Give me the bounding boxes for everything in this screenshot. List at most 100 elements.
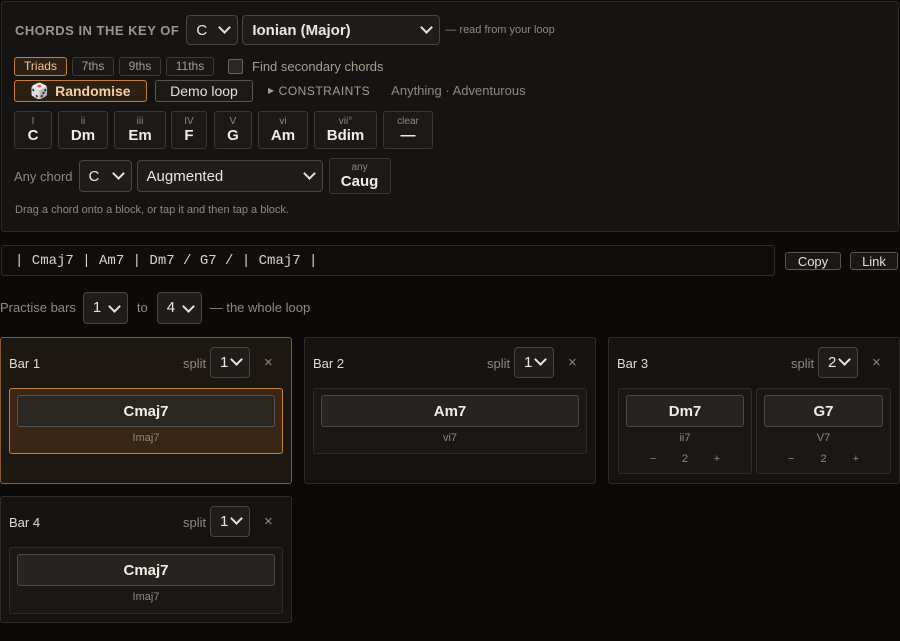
chord-chip[interactable]: G7 [764, 395, 883, 427]
help-text: Drag a chord onto a block, or tap it and… [15, 204, 289, 216]
beats-value: 2 [820, 453, 827, 465]
degree-numeral: vii° [338, 115, 353, 127]
key-select[interactable]: C [186, 15, 239, 45]
degree-button-vi[interactable]: vi Am [258, 111, 308, 149]
decrease-beats-button[interactable]: − [650, 453, 656, 465]
any-root-value: C [88, 167, 100, 185]
any-preview-chord: Caug [340, 172, 379, 190]
progression-text[interactable]: | Cmaj7 | Am7 | Dm7 / G7 / | Cmaj7 | [1, 245, 775, 276]
remove-bar-icon[interactable]: × [264, 354, 273, 371]
roman-numeral: Imaj7 [132, 432, 160, 444]
chord-type-triads[interactable]: Triads [14, 56, 67, 76]
constraints-summary: Anything · Adventurous [391, 83, 526, 98]
degree-button-ii[interactable]: ii Dm [58, 111, 108, 149]
degree-chord: Dm [70, 126, 96, 144]
chord-slot[interactable]: Cmaj7 Imaj7 [9, 547, 283, 614]
practise-from-value: 1 [92, 299, 102, 316]
degree-button-vii[interactable]: vii° Bdim [314, 111, 377, 149]
split-value: 1 [220, 513, 229, 530]
degree-button-V[interactable]: V G [214, 111, 252, 149]
chevron-down-icon [108, 299, 121, 313]
degree-chord: C [27, 126, 39, 144]
degree-chord: Em [128, 126, 152, 144]
any-preview-label: any [351, 161, 368, 173]
bar-block[interactable]: Bar 1 split 1 × Cmaj7 Imaj7 [0, 337, 292, 484]
mode-select-value: Ionian (Major) [252, 21, 351, 39]
degree-numeral: IV [184, 115, 194, 127]
dice-icon: 🎲 [30, 82, 50, 100]
beat-stepper: − 2 + [757, 453, 890, 465]
demo-loop-button[interactable]: Demo loop [155, 79, 253, 102]
chord-palette-panel: CHORDS IN THE KEY OF C Ionian (Major) — … [1, 1, 899, 232]
degree-chord: F [184, 126, 194, 144]
constraints-label: CONSTRAINTS [278, 83, 371, 98]
roman-numeral: Imaj7 [132, 591, 160, 603]
copy-button[interactable]: Copy [785, 252, 841, 270]
chord-slot[interactable]: Dm7 ii7 − 2 + [618, 388, 752, 474]
chord-chip[interactable]: Cmaj7 [17, 395, 275, 427]
degree-numeral: V [229, 115, 237, 127]
chord-type-11ths[interactable]: 11ths [166, 56, 214, 76]
split-select[interactable]: 1 [210, 347, 250, 378]
chevron-down-icon [230, 512, 243, 525]
mode-hint: — read from your loop [445, 24, 555, 36]
bar-title: Bar 3 [617, 356, 649, 371]
degree-button-I[interactable]: I C [14, 111, 52, 149]
practise-hint: — the whole loop [209, 300, 311, 315]
degree-chord: Am [270, 126, 296, 144]
practise-to-label: to [136, 300, 148, 315]
chord-chip[interactable]: Dm7 [626, 395, 744, 427]
chevron-down-icon [218, 21, 232, 34]
chevron-down-icon [181, 299, 195, 313]
clear-label: clear [397, 115, 419, 127]
link-button[interactable]: Link [850, 252, 898, 270]
split-select[interactable]: 2 [818, 347, 858, 378]
any-quality-value: Augmented [146, 167, 224, 185]
degree-chord: G [227, 126, 239, 144]
practise-to-value: 4 [166, 299, 176, 316]
degree-numeral: vi [279, 115, 287, 127]
secondary-chords-checkbox[interactable] [228, 58, 243, 74]
bar-block[interactable]: Bar 2 split 1 × Am7 vi7 [304, 337, 596, 484]
key-select-value: C [196, 21, 208, 39]
decrease-beats-button[interactable]: − [788, 453, 794, 465]
chord-chip[interactable]: Cmaj7 [17, 554, 275, 586]
chord-type-9ths[interactable]: 9ths [119, 56, 161, 76]
chord-slot[interactable]: G7 V7 − 2 + [756, 388, 891, 474]
any-quality-select[interactable]: Augmented [136, 160, 323, 192]
practise-to-select[interactable]: 4 [156, 291, 202, 324]
chord-type-7ths[interactable]: 7ths [72, 56, 114, 76]
chevron-down-icon [838, 353, 851, 366]
degree-button-IV[interactable]: IV F [171, 111, 207, 149]
degree-numeral: iii [136, 115, 144, 127]
split-label: split [487, 356, 511, 371]
split-label: split [183, 356, 207, 371]
bar-block[interactable]: Bar 3 split 2 × Dm7 ii7 − 2 + G7 V7 − 2 … [608, 337, 900, 484]
randomise-button[interactable]: 🎲 Randomise [14, 79, 147, 102]
any-chord-label: Any chord [14, 168, 73, 184]
split-select[interactable]: 1 [514, 347, 554, 378]
key-heading: CHORDS IN THE KEY OF [15, 22, 180, 38]
constraints-toggle[interactable]: ▶ CONSTRAINTS [268, 84, 370, 98]
bar-title: Bar 1 [9, 356, 41, 371]
remove-bar-icon[interactable]: × [264, 513, 273, 530]
randomise-label: Randomise [55, 82, 131, 99]
increase-beats-button[interactable]: + [853, 453, 859, 465]
chord-slot[interactable]: Am7 vi7 [313, 388, 587, 454]
increase-beats-button[interactable]: + [714, 453, 720, 465]
any-root-select[interactable]: C [78, 160, 132, 192]
chord-chip[interactable]: Am7 [321, 395, 579, 427]
practise-from-select[interactable]: 1 [82, 291, 128, 324]
split-select[interactable]: 1 [210, 506, 250, 537]
bar-block[interactable]: Bar 4 split 1 × Cmaj7 Imaj7 [0, 496, 292, 623]
chevron-down-icon [302, 167, 316, 180]
chord-slot[interactable]: Cmaj7 Imaj7 [9, 388, 283, 454]
remove-bar-icon[interactable]: × [568, 354, 577, 371]
mode-select[interactable]: Ionian (Major) [242, 15, 441, 45]
degree-numeral: I [31, 115, 35, 127]
remove-bar-icon[interactable]: × [872, 354, 881, 371]
chevron-down-icon [230, 353, 243, 366]
clear-button[interactable]: clear — [383, 111, 433, 149]
any-chord-preview-button[interactable]: any Caug [328, 158, 391, 194]
degree-button-iii[interactable]: iii Em [114, 111, 166, 149]
